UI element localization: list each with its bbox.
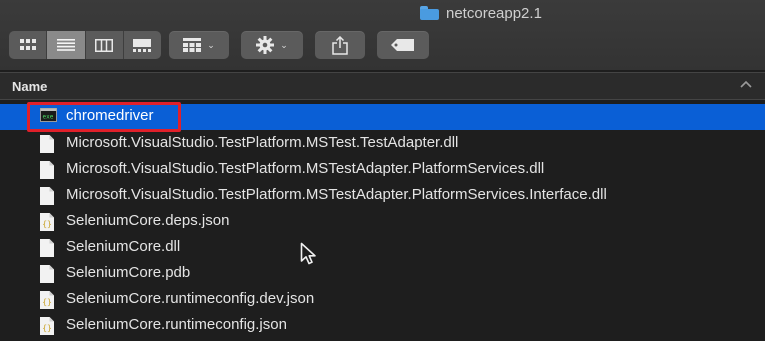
file-name: SeleniumCore.deps.json [66,212,230,229]
action-menu-button[interactable]: ⌄ [241,31,303,59]
list-item[interactable]: SeleniumCore.dll [0,235,765,261]
window-title: netcoreapp2.1 [420,2,542,24]
name-column-header[interactable]: Name [12,79,47,94]
chevron-down-icon: ⌄ [280,39,288,50]
icon-view-icon [19,39,36,50]
annotation-highlight-box [27,102,181,132]
folder-icon [420,6,439,20]
view-mode-segmented-control [9,31,161,59]
list-item[interactable]: Microsoft.VisualStudio.TestPlatform.MSTe… [0,157,765,183]
file-name: Microsoft.VisualStudio.TestPlatform.MSTe… [66,160,545,177]
icon-view-button[interactable] [9,31,48,59]
group-by-button[interactable]: ⌄ [169,31,229,59]
file-name: SeleniumCore.runtimeconfig.json [66,316,287,333]
chevron-up-icon[interactable] [740,80,752,88]
window-toolbar: netcoreapp2.1 ⌄ ⌄ [0,0,765,70]
file-name: Microsoft.VisualStudio.TestPlatform.MSTe… [66,186,607,203]
svg-text:{}: {} [42,220,52,229]
list-item[interactable]: {} SeleniumCore.runtimeconfig.dev.json [0,287,765,313]
json-file-icon: {} [40,213,54,231]
json-file-icon: {} [40,317,54,335]
file-name: SeleniumCore.dll [66,238,181,255]
list-view-icon [56,39,75,51]
svg-text:{}: {} [42,298,52,307]
document-icon [40,187,54,205]
share-icon [332,35,348,55]
window-title-text: netcoreapp2.1 [446,4,542,22]
gallery-view-button[interactable] [124,31,161,59]
tag-icon [391,39,414,51]
document-icon [40,135,54,153]
grid-group-icon [183,38,202,52]
list-item[interactable]: Microsoft.VisualStudio.TestPlatform.MSTe… [0,131,765,157]
list-view-button[interactable] [47,31,86,59]
column-view-button[interactable] [86,31,124,59]
svg-text:{}: {} [42,324,52,333]
list-item[interactable]: SeleniumCore.pdb [0,261,765,287]
list-item[interactable]: {} SeleniumCore.deps.json [0,209,765,235]
chevron-down-icon: ⌄ [207,39,215,50]
list-item[interactable]: Microsoft.VisualStudio.TestPlatform.MSTe… [0,183,765,209]
gear-icon [256,36,275,54]
document-icon [40,161,54,179]
share-button[interactable] [315,31,365,59]
gallery-view-icon [133,38,152,52]
document-icon [40,239,54,257]
json-file-icon: {} [40,291,54,309]
list-item[interactable]: {} SeleniumCore.runtimeconfig.json [0,313,765,339]
mouse-cursor-icon [300,242,316,265]
document-icon [40,265,54,283]
file-name: SeleniumCore.pdb [66,264,191,281]
file-name: SeleniumCore.runtimeconfig.dev.json [66,290,315,307]
file-name: Microsoft.VisualStudio.TestPlatform.MSTe… [66,134,459,151]
column-view-icon [95,38,114,52]
column-header[interactable]: Name [0,72,765,100]
tag-button[interactable] [377,31,429,59]
